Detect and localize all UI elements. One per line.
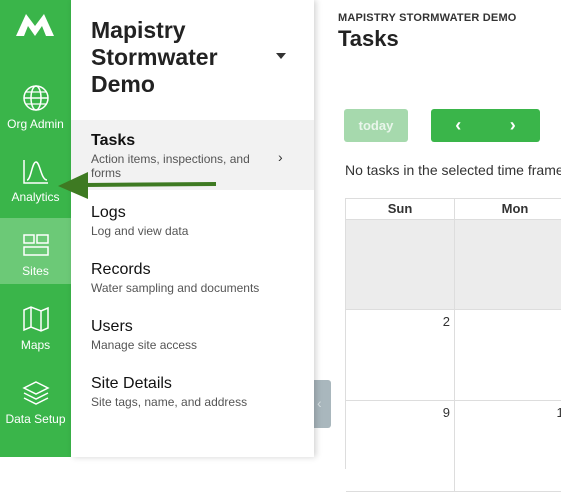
menu-item-title: Tasks bbox=[91, 132, 136, 149]
rail-label: Org Admin bbox=[7, 117, 64, 131]
today-button[interactable]: today bbox=[344, 109, 408, 142]
globe-icon bbox=[22, 85, 49, 111]
menu-item-subtitle: Manage site access bbox=[91, 338, 198, 352]
chart-curve-icon bbox=[22, 160, 48, 184]
rail-label: Maps bbox=[20, 338, 51, 352]
menu-item-title: Site Details bbox=[91, 375, 172, 392]
menu-item-tasks[interactable]: Tasks Action items, inspections, and for… bbox=[71, 120, 314, 190]
next-button[interactable]: › bbox=[486, 109, 541, 142]
calendar-day-cell[interactable] bbox=[455, 220, 561, 310]
chevron-left-icon: ‹ bbox=[317, 395, 322, 411]
menu-item-subtitle: Log and view data bbox=[91, 224, 189, 238]
calendar-day-header: Mon bbox=[455, 199, 561, 220]
menu-item-title: Users bbox=[91, 318, 133, 335]
calendar-day-cell[interactable]: 3 bbox=[455, 310, 561, 401]
caret-down-icon[interactable] bbox=[276, 53, 286, 59]
calendar-day-number: 2 bbox=[442, 314, 450, 329]
menu-item-subtitle: Site tags, name, and address bbox=[91, 395, 248, 409]
menu-item-title: Records bbox=[91, 261, 151, 278]
site-selector-title[interactable]: Mapistry Stormwater Demo bbox=[91, 17, 271, 98]
calendar-day-header: Sun bbox=[346, 199, 455, 220]
rail-label: Analytics bbox=[11, 190, 60, 204]
calendar-day-cell[interactable]: 10 bbox=[455, 401, 561, 492]
rail-item-sites[interactable]: Sites bbox=[0, 218, 71, 284]
page-title: Tasks bbox=[338, 26, 399, 51]
rail-item-maps[interactable]: Maps bbox=[0, 298, 71, 364]
calendar-day-number: 9 bbox=[442, 405, 450, 420]
main-content: MAPISTRY STORMWATER DEMO Tasks today ‹ ›… bbox=[314, 0, 561, 492]
calendar-grid: Sun Mon 2 3 9 10 bbox=[345, 198, 561, 492]
collapse-panel-button[interactable]: ‹ bbox=[314, 380, 331, 428]
site-menu-panel: Mapistry Stormwater Demo Tasks Action it… bbox=[71, 0, 314, 457]
menu-item-subtitle: Action items, inspections, and forms bbox=[91, 152, 250, 180]
calendar-day-cell[interactable]: 9 bbox=[346, 401, 455, 492]
calendar-day-cell[interactable] bbox=[346, 220, 455, 310]
rail-item-analytics[interactable]: Analytics bbox=[0, 150, 71, 216]
rail-item-org-admin[interactable]: Org Admin bbox=[0, 77, 71, 143]
map-icon bbox=[22, 306, 49, 332]
sites-grid-icon bbox=[22, 234, 49, 256]
calendar-nav-group: ‹ › bbox=[431, 109, 540, 142]
rail-label: Data Setup bbox=[5, 412, 66, 426]
menu-item-site-details[interactable]: Site Details Site tags, name, and addres… bbox=[71, 363, 314, 433]
calendar-day-cell[interactable]: 2 bbox=[346, 310, 455, 401]
menu-item-subtitle: Water sampling and documents bbox=[91, 281, 260, 295]
calendar-day-number: 10 bbox=[556, 405, 561, 420]
menu-item-title: Logs bbox=[91, 204, 126, 221]
rail-label: Sites bbox=[22, 264, 49, 278]
mapistry-logo-icon[interactable] bbox=[14, 10, 56, 38]
rail-item-data-setup[interactable]: Data Setup bbox=[0, 372, 71, 438]
app-nav-rail: Org Admin Analytics Sites Maps Data Setu… bbox=[0, 0, 71, 457]
empty-state-message: No tasks in the selected time frame. bbox=[345, 162, 561, 178]
breadcrumb: MAPISTRY STORMWATER DEMO bbox=[338, 12, 517, 24]
chevron-right-icon: › bbox=[278, 149, 283, 165]
prev-button[interactable]: ‹ bbox=[431, 109, 486, 142]
layers-icon bbox=[21, 381, 50, 405]
